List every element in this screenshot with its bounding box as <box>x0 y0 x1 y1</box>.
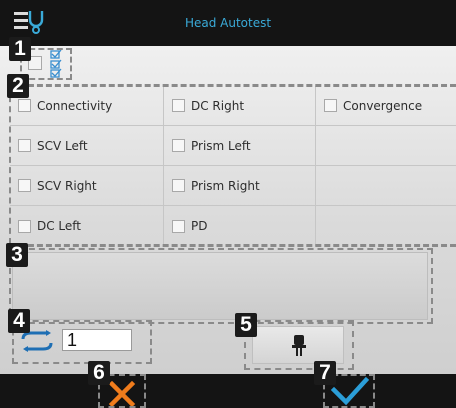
test-cell[interactable]: Prism Right <box>164 166 316 206</box>
test-checkbox[interactable] <box>172 179 185 192</box>
message-outline <box>9 248 433 324</box>
test-label: SCV Right <box>37 178 97 193</box>
grid-outline-left <box>9 86 11 244</box>
test-cell[interactable]: PD <box>164 206 316 246</box>
repeat-outline <box>12 320 152 364</box>
test-checkbox[interactable] <box>172 99 185 112</box>
window-title: Head Autotest <box>184 16 272 30</box>
callout-2: 2 <box>7 74 29 98</box>
test-cell[interactable]: Convergence <box>316 86 456 126</box>
callout-1: 1 <box>9 37 31 61</box>
test-checkbox[interactable] <box>18 219 31 233</box>
test-cell[interactable]: SCV Left <box>10 126 164 166</box>
callout-7: 7 <box>314 361 336 385</box>
grid-outline-top <box>10 84 456 87</box>
test-grid: Connectivity DC Right Convergence SCV Le… <box>10 86 456 246</box>
test-label: Connectivity <box>37 98 113 113</box>
title-bar: Head Autotest <box>0 0 456 46</box>
empty-cell <box>316 126 456 166</box>
test-checkbox[interactable] <box>172 139 185 152</box>
test-cell[interactable]: Prism Left <box>164 126 316 166</box>
test-checkbox[interactable] <box>18 179 31 192</box>
empty-cell <box>316 166 456 206</box>
test-cell[interactable]: SCV Right <box>10 166 164 206</box>
test-cell[interactable]: DC Right <box>164 86 316 126</box>
grid-outline-bottom <box>10 244 456 247</box>
callout-6: 6 <box>88 361 110 385</box>
test-label: Prism Right <box>191 178 260 193</box>
test-label: DC Right <box>191 98 245 113</box>
test-label: Convergence <box>343 98 423 113</box>
callout-4: 4 <box>8 309 30 333</box>
test-checkbox[interactable] <box>172 219 185 233</box>
test-checkbox[interactable] <box>324 99 337 112</box>
test-checkbox[interactable] <box>18 139 31 152</box>
empty-cell <box>316 206 456 246</box>
test-checkbox[interactable] <box>18 99 31 112</box>
probe-outline <box>244 320 354 370</box>
test-cell[interactable]: DC Left <box>10 206 164 246</box>
test-label: PD <box>191 219 208 233</box>
callout-5: 5 <box>235 313 257 337</box>
test-label: SCV Left <box>37 138 88 153</box>
bottom-action-bar <box>0 374 456 408</box>
test-cell[interactable]: Connectivity <box>10 86 164 126</box>
test-label: Prism Left <box>191 138 251 153</box>
test-label: DC Left <box>37 219 82 233</box>
callout-3: 3 <box>6 243 28 267</box>
